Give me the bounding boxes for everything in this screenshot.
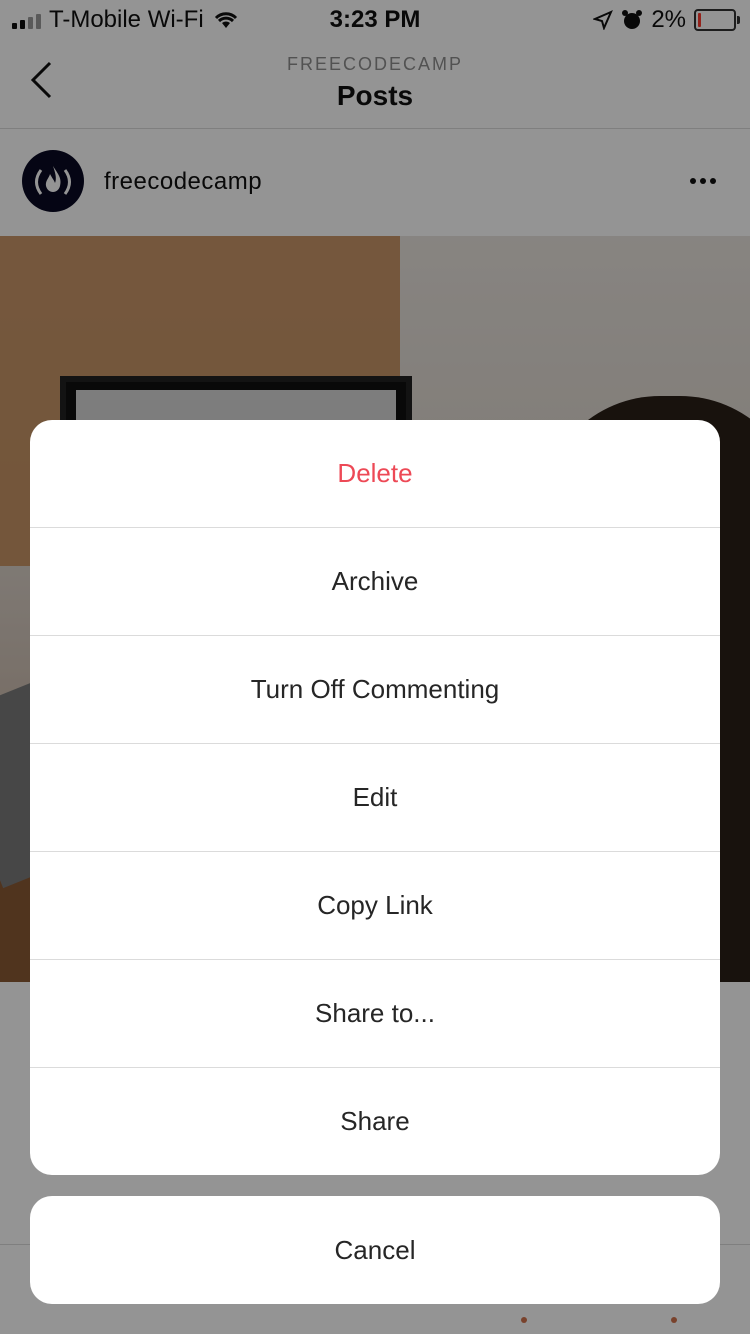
archive-button[interactable]: Archive bbox=[30, 528, 720, 636]
delete-button[interactable]: Delete bbox=[30, 420, 720, 528]
share-button[interactable]: Share bbox=[30, 1068, 720, 1175]
cancel-button[interactable]: Cancel bbox=[30, 1196, 720, 1304]
share-to-button[interactable]: Share to... bbox=[30, 960, 720, 1068]
action-sheet: Delete Archive Turn Off Commenting Edit … bbox=[30, 420, 720, 1175]
copy-link-button[interactable]: Copy Link bbox=[30, 852, 720, 960]
turn-off-commenting-button[interactable]: Turn Off Commenting bbox=[30, 636, 720, 744]
edit-button[interactable]: Edit bbox=[30, 744, 720, 852]
